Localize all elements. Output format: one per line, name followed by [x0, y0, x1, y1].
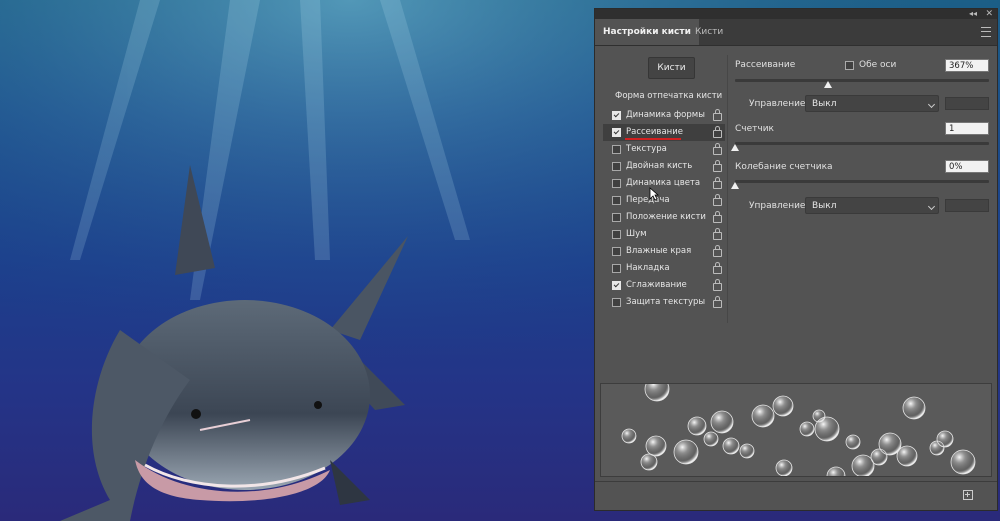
option-color-dynamics[interactable]: Динамика цвета: [603, 175, 725, 192]
count-jitter-value-input[interactable]: 0%: [945, 160, 989, 173]
checkbox[interactable]: [612, 264, 621, 273]
scatter-slider[interactable]: [735, 79, 989, 82]
scatter-label: Рассеивание: [735, 60, 796, 70]
panel-bottom-bar: [595, 481, 997, 510]
checkbox[interactable]: [612, 247, 621, 256]
control-select[interactable]: Выкл: [805, 197, 939, 214]
checkbox[interactable]: [612, 230, 621, 239]
lock-icon[interactable]: [713, 296, 722, 308]
chevron-down-icon: [927, 100, 936, 109]
checkbox[interactable]: [612, 196, 621, 205]
lock-icon[interactable]: [713, 143, 722, 155]
option-label: Накладка: [626, 263, 670, 273]
brushes-button[interactable]: Кисти: [648, 57, 695, 79]
option-label: Защита текстуры: [626, 297, 706, 307]
lock-icon[interactable]: [713, 279, 722, 291]
control-label: Управление:: [749, 201, 809, 211]
option-texture[interactable]: Текстура: [603, 141, 725, 158]
option-label: Сглаживание: [626, 280, 687, 290]
option-label: Двойная кисть: [626, 161, 693, 171]
option-wet-edges[interactable]: Влажные края: [603, 243, 725, 260]
control-select-value: Выкл: [812, 201, 837, 211]
lock-icon[interactable]: [713, 194, 722, 206]
column-divider: [727, 55, 728, 323]
option-brush-pose[interactable]: Положение кисти: [603, 209, 725, 226]
count-slider[interactable]: [735, 142, 989, 145]
control-select-value: Выкл: [812, 99, 837, 109]
tab-brush-settings[interactable]: Настройки кисти: [595, 19, 699, 45]
option-label: Текстура: [626, 144, 667, 154]
control-value-box: [945, 97, 989, 110]
checkbox[interactable]: [612, 162, 621, 171]
count-slider-thumb[interactable]: [731, 144, 739, 151]
checkbox[interactable]: [612, 281, 621, 290]
option-scattering[interactable]: Рассеивание: [603, 124, 725, 141]
count-jitter-label: Колебание счетчика: [735, 162, 833, 172]
option-label: Положение кисти: [626, 212, 706, 222]
scatter-value-input[interactable]: 367%: [945, 59, 989, 72]
new-brush-icon[interactable]: [963, 490, 973, 500]
panel-menu-icon[interactable]: [981, 27, 991, 37]
brush-tip-shape-label[interactable]: Форма отпечатка кисти: [615, 91, 722, 101]
chevron-down-icon: [927, 202, 936, 211]
option-label: Влажные края: [626, 246, 692, 256]
option-label: Динамика цвета: [626, 178, 701, 188]
red-underline-annotation: [625, 138, 681, 140]
count-label: Счетчик: [735, 124, 774, 134]
option-shape-dynamics[interactable]: Динамика формы: [603, 107, 725, 124]
lock-icon[interactable]: [713, 177, 722, 189]
panel-tabs: Настройки кисти Кисти: [595, 19, 997, 46]
checkbox[interactable]: [612, 111, 621, 120]
lock-icon[interactable]: [713, 109, 722, 121]
both-axes-checkbox[interactable]: [845, 61, 854, 70]
option-dual-brush[interactable]: Двойная кисть: [603, 158, 725, 175]
lock-icon[interactable]: [713, 228, 722, 240]
count-value-input[interactable]: 1: [945, 122, 989, 135]
checkbox[interactable]: [612, 145, 621, 154]
option-label: Передача: [626, 195, 670, 205]
option-label: Рассеивание: [626, 127, 683, 137]
mouse-cursor-icon: [649, 187, 659, 201]
option-label: Динамика формы: [626, 110, 705, 120]
option-protect-texture[interactable]: Защита текстуры: [603, 294, 725, 311]
option-smoothing[interactable]: Сглаживание: [603, 277, 725, 294]
lock-icon[interactable]: [713, 211, 722, 223]
tab-brushes[interactable]: Кисти: [687, 19, 731, 45]
checkbox[interactable]: [612, 298, 621, 307]
brush-settings-panel: ◂◂ ✕ Настройки кисти Кисти Кисти Форма о…: [594, 8, 998, 511]
count-jitter-slider-thumb[interactable]: [731, 182, 739, 189]
checkbox[interactable]: [612, 179, 621, 188]
control-select[interactable]: Выкл: [805, 95, 939, 112]
brush-options-list: Кисти Форма отпечатка кисти Динамика фор…: [603, 55, 725, 320]
close-icon[interactable]: ✕: [985, 9, 993, 19]
option-transfer[interactable]: Передача: [603, 192, 725, 209]
collapse-icon[interactable]: ◂◂: [969, 9, 977, 19]
control-label: Управление:: [749, 99, 809, 109]
brush-stroke-preview: [600, 383, 992, 477]
lock-icon[interactable]: [713, 160, 722, 172]
control-value-box: [945, 199, 989, 212]
option-build-up[interactable]: Накладка: [603, 260, 725, 277]
both-axes-label: Обе оси: [859, 60, 897, 70]
bubbles-preview-image: [621, 384, 976, 476]
lock-icon[interactable]: [713, 245, 722, 257]
checkbox[interactable]: [612, 128, 621, 137]
option-label: Шум: [626, 229, 647, 239]
lock-icon[interactable]: [713, 126, 722, 138]
scatter-settings: Рассеивание Обе оси 367% Управление: Вык…: [731, 55, 993, 320]
scatter-slider-thumb[interactable]: [824, 81, 833, 88]
count-jitter-slider[interactable]: [735, 180, 989, 183]
option-noise[interactable]: Шум: [603, 226, 725, 243]
checkbox[interactable]: [612, 213, 621, 222]
lock-icon[interactable]: [713, 262, 722, 274]
panel-titlebar: ◂◂ ✕: [595, 9, 997, 19]
